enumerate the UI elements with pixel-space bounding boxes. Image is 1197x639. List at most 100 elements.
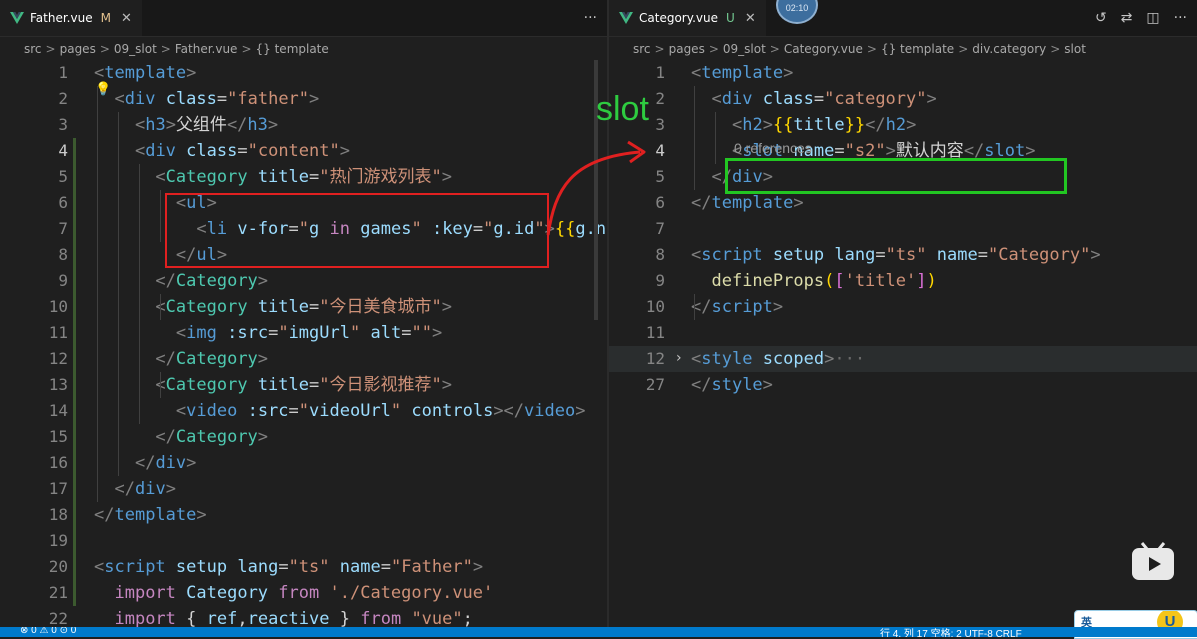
- codelens-references[interactable]: 0 references: [734, 140, 812, 156]
- breadcrumb-item[interactable]: pages: [60, 42, 96, 56]
- line-number: 10: [48, 297, 68, 316]
- code-token: 父组件: [175, 115, 227, 135]
- code-line[interactable]: 18 </template>: [0, 502, 607, 528]
- breadcrumb-item[interactable]: {} template: [881, 42, 954, 56]
- code-line[interactable]: 10 <Category title="今日美食城市">: [0, 294, 607, 320]
- code-token: <: [134, 115, 146, 135]
- breadcrumb-item[interactable]: Category.vue: [784, 42, 863, 56]
- compare-changes-icon[interactable]: ⇄: [1121, 10, 1133, 26]
- code-token: ": [278, 323, 289, 343]
- code-line[interactable]: 12 </Category>: [0, 346, 607, 372]
- code-text: <Category title="今日影视推荐">: [94, 372, 452, 398]
- code-line[interactable]: 9 </Category>: [0, 268, 607, 294]
- code-line[interactable]: 7: [609, 216, 1197, 242]
- code-line[interactable]: 2 <div class="category">: [609, 86, 1197, 112]
- line-number: 20: [48, 557, 68, 576]
- code-line[interactable]: 20 <script setup lang="ts" name="Father">: [0, 554, 607, 580]
- code-line[interactable]: 9 defineProps(['title']): [609, 268, 1197, 294]
- split-editor-icon[interactable]: ◫: [1146, 10, 1159, 26]
- tab-father-vue[interactable]: Father.vue M ✕: [0, 0, 142, 36]
- code-token: =: [875, 245, 886, 265]
- code-line[interactable]: 21 import Category from './Category.vue': [0, 580, 607, 606]
- code-line[interactable]: 16 </div>: [0, 450, 607, 476]
- code-token: "今日影视推荐": [319, 375, 442, 395]
- breadcrumb-item[interactable]: Father.vue: [175, 42, 238, 56]
- code-token: >: [441, 297, 452, 317]
- close-icon[interactable]: ✕: [745, 11, 756, 26]
- code-token: {: [186, 609, 207, 629]
- code-token: template: [114, 505, 197, 525]
- code-line[interactable]: 14 <video :src="videoUrl" controls></vid…: [0, 398, 607, 424]
- code-token: script: [104, 557, 166, 577]
- code-token: style: [701, 349, 753, 369]
- breadcrumb-item[interactable]: 09_slot: [723, 42, 766, 56]
- code-token: "ts": [885, 245, 927, 265]
- code-token: >: [772, 297, 784, 317]
- status-problems[interactable]: ⊗ 0 ⚠ 0 ⊙ 0: [20, 627, 76, 636]
- code-editor-category[interactable]: 1 <template> 2 <div class="category"> 3 <h2…: [609, 60, 1197, 637]
- slot-annotation-label: slot: [596, 90, 649, 128]
- code-line[interactable]: 13 <Category title="今日影视推荐">: [0, 372, 607, 398]
- line-number: 4: [58, 141, 68, 160]
- code-token: >: [165, 479, 176, 499]
- code-line[interactable]: 11: [609, 320, 1197, 346]
- code-token: >: [257, 271, 269, 291]
- tab-status-badge: U: [726, 11, 735, 25]
- indent-guide: [694, 86, 695, 190]
- code-token: div: [721, 89, 753, 109]
- breadcrumb-item[interactable]: div.category: [972, 42, 1046, 56]
- code-line[interactable]: 11 <img :src="imgUrl" alt="">: [0, 320, 607, 346]
- code-token: Category: [165, 297, 248, 317]
- fold-chevron-icon[interactable]: ›: [676, 350, 682, 366]
- code-line[interactable]: 12 <style scoped>···: [609, 346, 1197, 372]
- code-token: >: [575, 401, 586, 421]
- code-line[interactable]: 27 </style>: [609, 372, 1197, 398]
- breadcrumb-item[interactable]: src: [633, 42, 651, 56]
- ellipsis-icon[interactable]: ···: [1174, 10, 1187, 26]
- code-line[interactable]: 1 <template>: [609, 60, 1197, 86]
- tab-category-vue[interactable]: Category.vue U ✕: [609, 0, 766, 36]
- code-token: [: [834, 271, 845, 291]
- code-line[interactable]: 17 </div>: [0, 476, 607, 502]
- code-token: template: [701, 63, 784, 83]
- code-token: Category: [186, 583, 269, 603]
- code-editor-father[interactable]: 1 <template> 2 <div class="father"> 3 <h3>父…: [0, 60, 607, 637]
- ellipsis-icon[interactable]: ···: [584, 10, 597, 26]
- code-line[interactable]: 10 </script>: [609, 294, 1197, 320]
- breadcrumb-item[interactable]: {} template: [256, 42, 329, 56]
- code-token: ": [298, 401, 310, 421]
- code-token: :src: [227, 323, 269, 343]
- code-line[interactable]: 4 <div class="content">: [0, 138, 607, 164]
- close-icon[interactable]: ✕: [121, 11, 132, 26]
- code-line[interactable]: 1 <template>: [0, 60, 607, 86]
- breadcrumb-item[interactable]: slot: [1064, 42, 1086, 56]
- code-line[interactable]: 15 </Category>: [0, 424, 607, 450]
- breadcrumb-item[interactable]: pages: [669, 42, 705, 56]
- line-number: 12: [48, 349, 68, 368]
- code-token: >: [793, 193, 804, 213]
- code-line[interactable]: 2 <div class="father">: [0, 86, 607, 112]
- code-line[interactable]: 8 <script setup lang="ts" name="Category"…: [609, 242, 1197, 268]
- code-text: <Category title="今日美食城市">: [94, 294, 452, 320]
- status-cursor-info[interactable]: 行 4, 列 17 空格: 2 UTF-8 CRLF: [880, 627, 1022, 637]
- code-line[interactable]: 3 <h3>父组件</h3>: [0, 112, 607, 138]
- tab-status-badge: M: [100, 11, 111, 25]
- code-line[interactable]: 19: [0, 528, 607, 554]
- history-icon[interactable]: ↺: [1095, 10, 1107, 26]
- code-line[interactable]: 3 <h2>{{title}}</h2>: [609, 112, 1197, 138]
- code-line[interactable]: 5 <Category title="热门游戏列表">: [0, 164, 607, 190]
- code-token: >: [783, 63, 794, 83]
- breadcrumb-item[interactable]: src: [24, 42, 42, 56]
- breadcrumb-item[interactable]: 09_slot: [114, 42, 157, 56]
- chevron-right-icon: >: [866, 42, 877, 56]
- code-token: div: [145, 141, 176, 161]
- code-text: <template>: [691, 60, 793, 86]
- code-token: >: [431, 323, 443, 343]
